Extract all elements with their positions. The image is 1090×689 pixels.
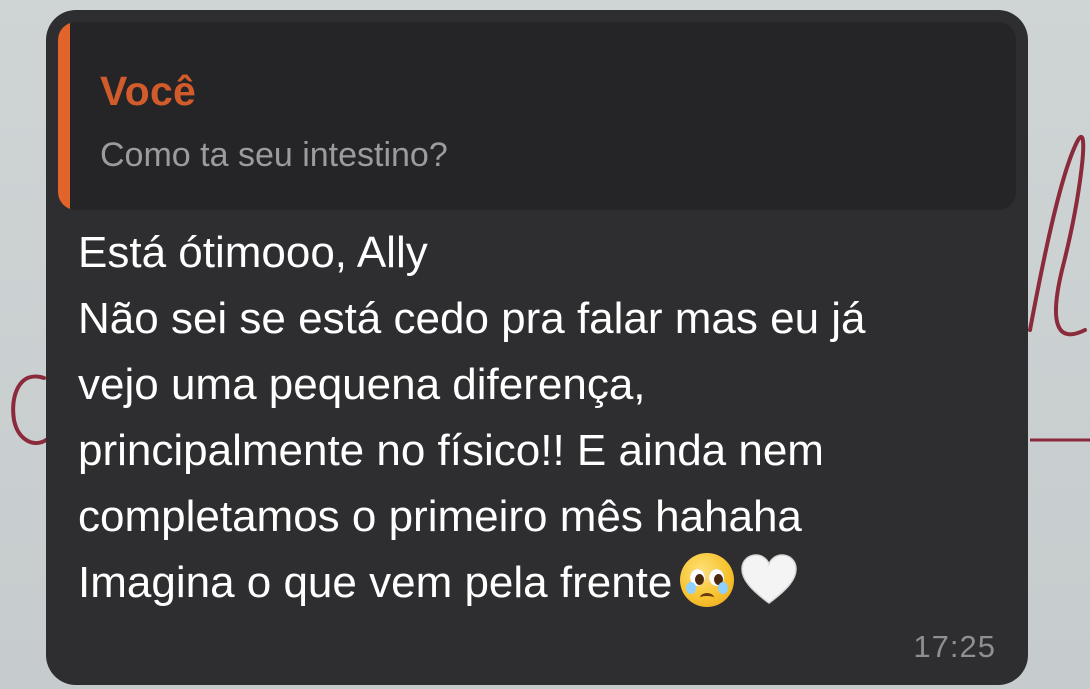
quote-accent-bar (58, 22, 70, 210)
message-line: completamos o primeiro mês hahaha (78, 492, 802, 541)
message-line: Não sei se está cedo pra falar mas eu já (78, 294, 866, 343)
quote-author: Você (100, 68, 197, 114)
message-line-last: Imagina o que vem pela frente (78, 550, 1008, 616)
white-heart-icon (741, 554, 798, 604)
message-line: Imagina o que vem pela frente (78, 558, 673, 607)
chat-screen: { "message": { "reply": { "author": "Voc… (0, 0, 1090, 689)
message-line: principalmente no físico!! E ainda nem (78, 426, 824, 475)
message-text: Está ótimooo, Ally Não sei se está cedo … (78, 220, 1008, 616)
message-line: Está ótimooo, Ally (78, 228, 428, 277)
message-bubble[interactable]: Você Como ta seu intestino? Está ótimooo… (46, 10, 1028, 685)
pleading-face-icon (680, 553, 735, 607)
quote-text: Como ta seu intestino? (100, 136, 448, 174)
message-timestamp: 17:25 (913, 629, 996, 664)
message-line: vejo uma pequena diferença, (78, 360, 646, 409)
quoted-reply[interactable]: Você Como ta seu intestino? (58, 22, 1016, 210)
